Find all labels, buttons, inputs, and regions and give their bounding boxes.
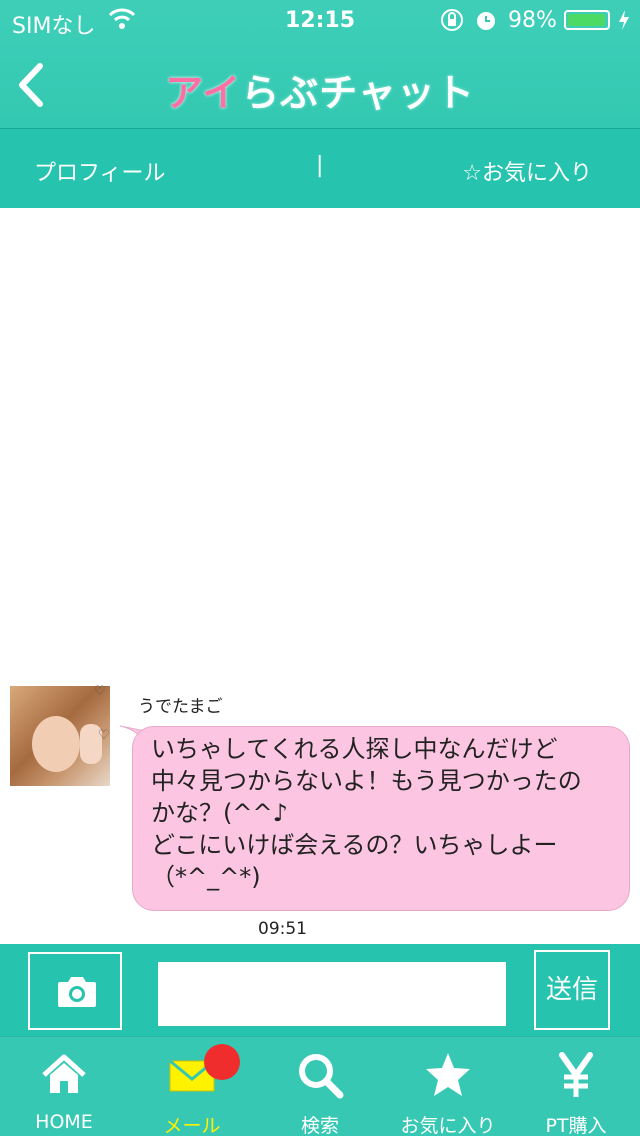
star-icon xyxy=(426,1053,470,1096)
sub-nav: プロフィール | ☆お気に入り xyxy=(0,128,640,208)
heart-icon: ♡ xyxy=(98,728,110,743)
tab-label: PT購入 xyxy=(545,1115,607,1136)
camera-button[interactable] xyxy=(28,952,122,1030)
battery-fill xyxy=(568,14,606,26)
sender-name: うでたまご xyxy=(138,697,223,717)
logo-accent: アイ xyxy=(165,71,242,115)
avatar-face xyxy=(32,716,80,772)
battery-percent: 98% xyxy=(508,8,557,33)
divider: | xyxy=(316,153,324,178)
tab-label: メール xyxy=(163,1115,221,1136)
yen-icon xyxy=(559,1052,593,1097)
tab-home[interactable]: HOME xyxy=(0,1037,128,1136)
tab-favorites[interactable]: お気に入り xyxy=(384,1037,512,1136)
orientation-lock-icon xyxy=(441,9,463,31)
camera-icon xyxy=(58,977,96,1007)
tab-bar: HOME メール 検索 お気に入り PT購入 xyxy=(0,1036,640,1136)
app-header: SIMなし 12:15 98% アイらぶチャット xyxy=(0,0,640,128)
search-icon xyxy=(299,1054,344,1099)
heart-icon: ♡ xyxy=(94,684,106,699)
status-bar: SIMなし 12:15 98% xyxy=(0,0,640,40)
send-button[interactable]: 送信 xyxy=(534,950,610,1030)
notification-badge xyxy=(204,1044,240,1080)
battery-icon xyxy=(564,10,610,30)
avatar[interactable] xyxy=(10,686,110,786)
tab-label: 検索 xyxy=(300,1115,339,1136)
logo-text: らぶチャット xyxy=(241,71,475,115)
message-input[interactable] xyxy=(158,962,506,1026)
app-logo: アイらぶチャット xyxy=(0,62,640,117)
alarm-icon xyxy=(477,12,495,30)
tab-label: HOME xyxy=(35,1111,93,1133)
tab-search[interactable]: 検索 xyxy=(256,1037,384,1136)
tab-pt-purchase[interactable]: PT購入 xyxy=(512,1037,640,1136)
message-bubble: いちゃしてくれる人探し中なんだけど 中々見つからないよ！もう見つかったの かな？… xyxy=(132,726,630,911)
add-favorite-link[interactable]: ☆お気に入り xyxy=(462,155,592,187)
tab-label: お気に入り xyxy=(400,1115,496,1136)
message-input-bar: 送信 xyxy=(0,944,640,1036)
charging-icon xyxy=(619,10,629,30)
message-time: 09:51 xyxy=(258,919,307,939)
profile-link[interactable]: プロフィール xyxy=(34,155,166,187)
home-icon xyxy=(42,1054,86,1093)
